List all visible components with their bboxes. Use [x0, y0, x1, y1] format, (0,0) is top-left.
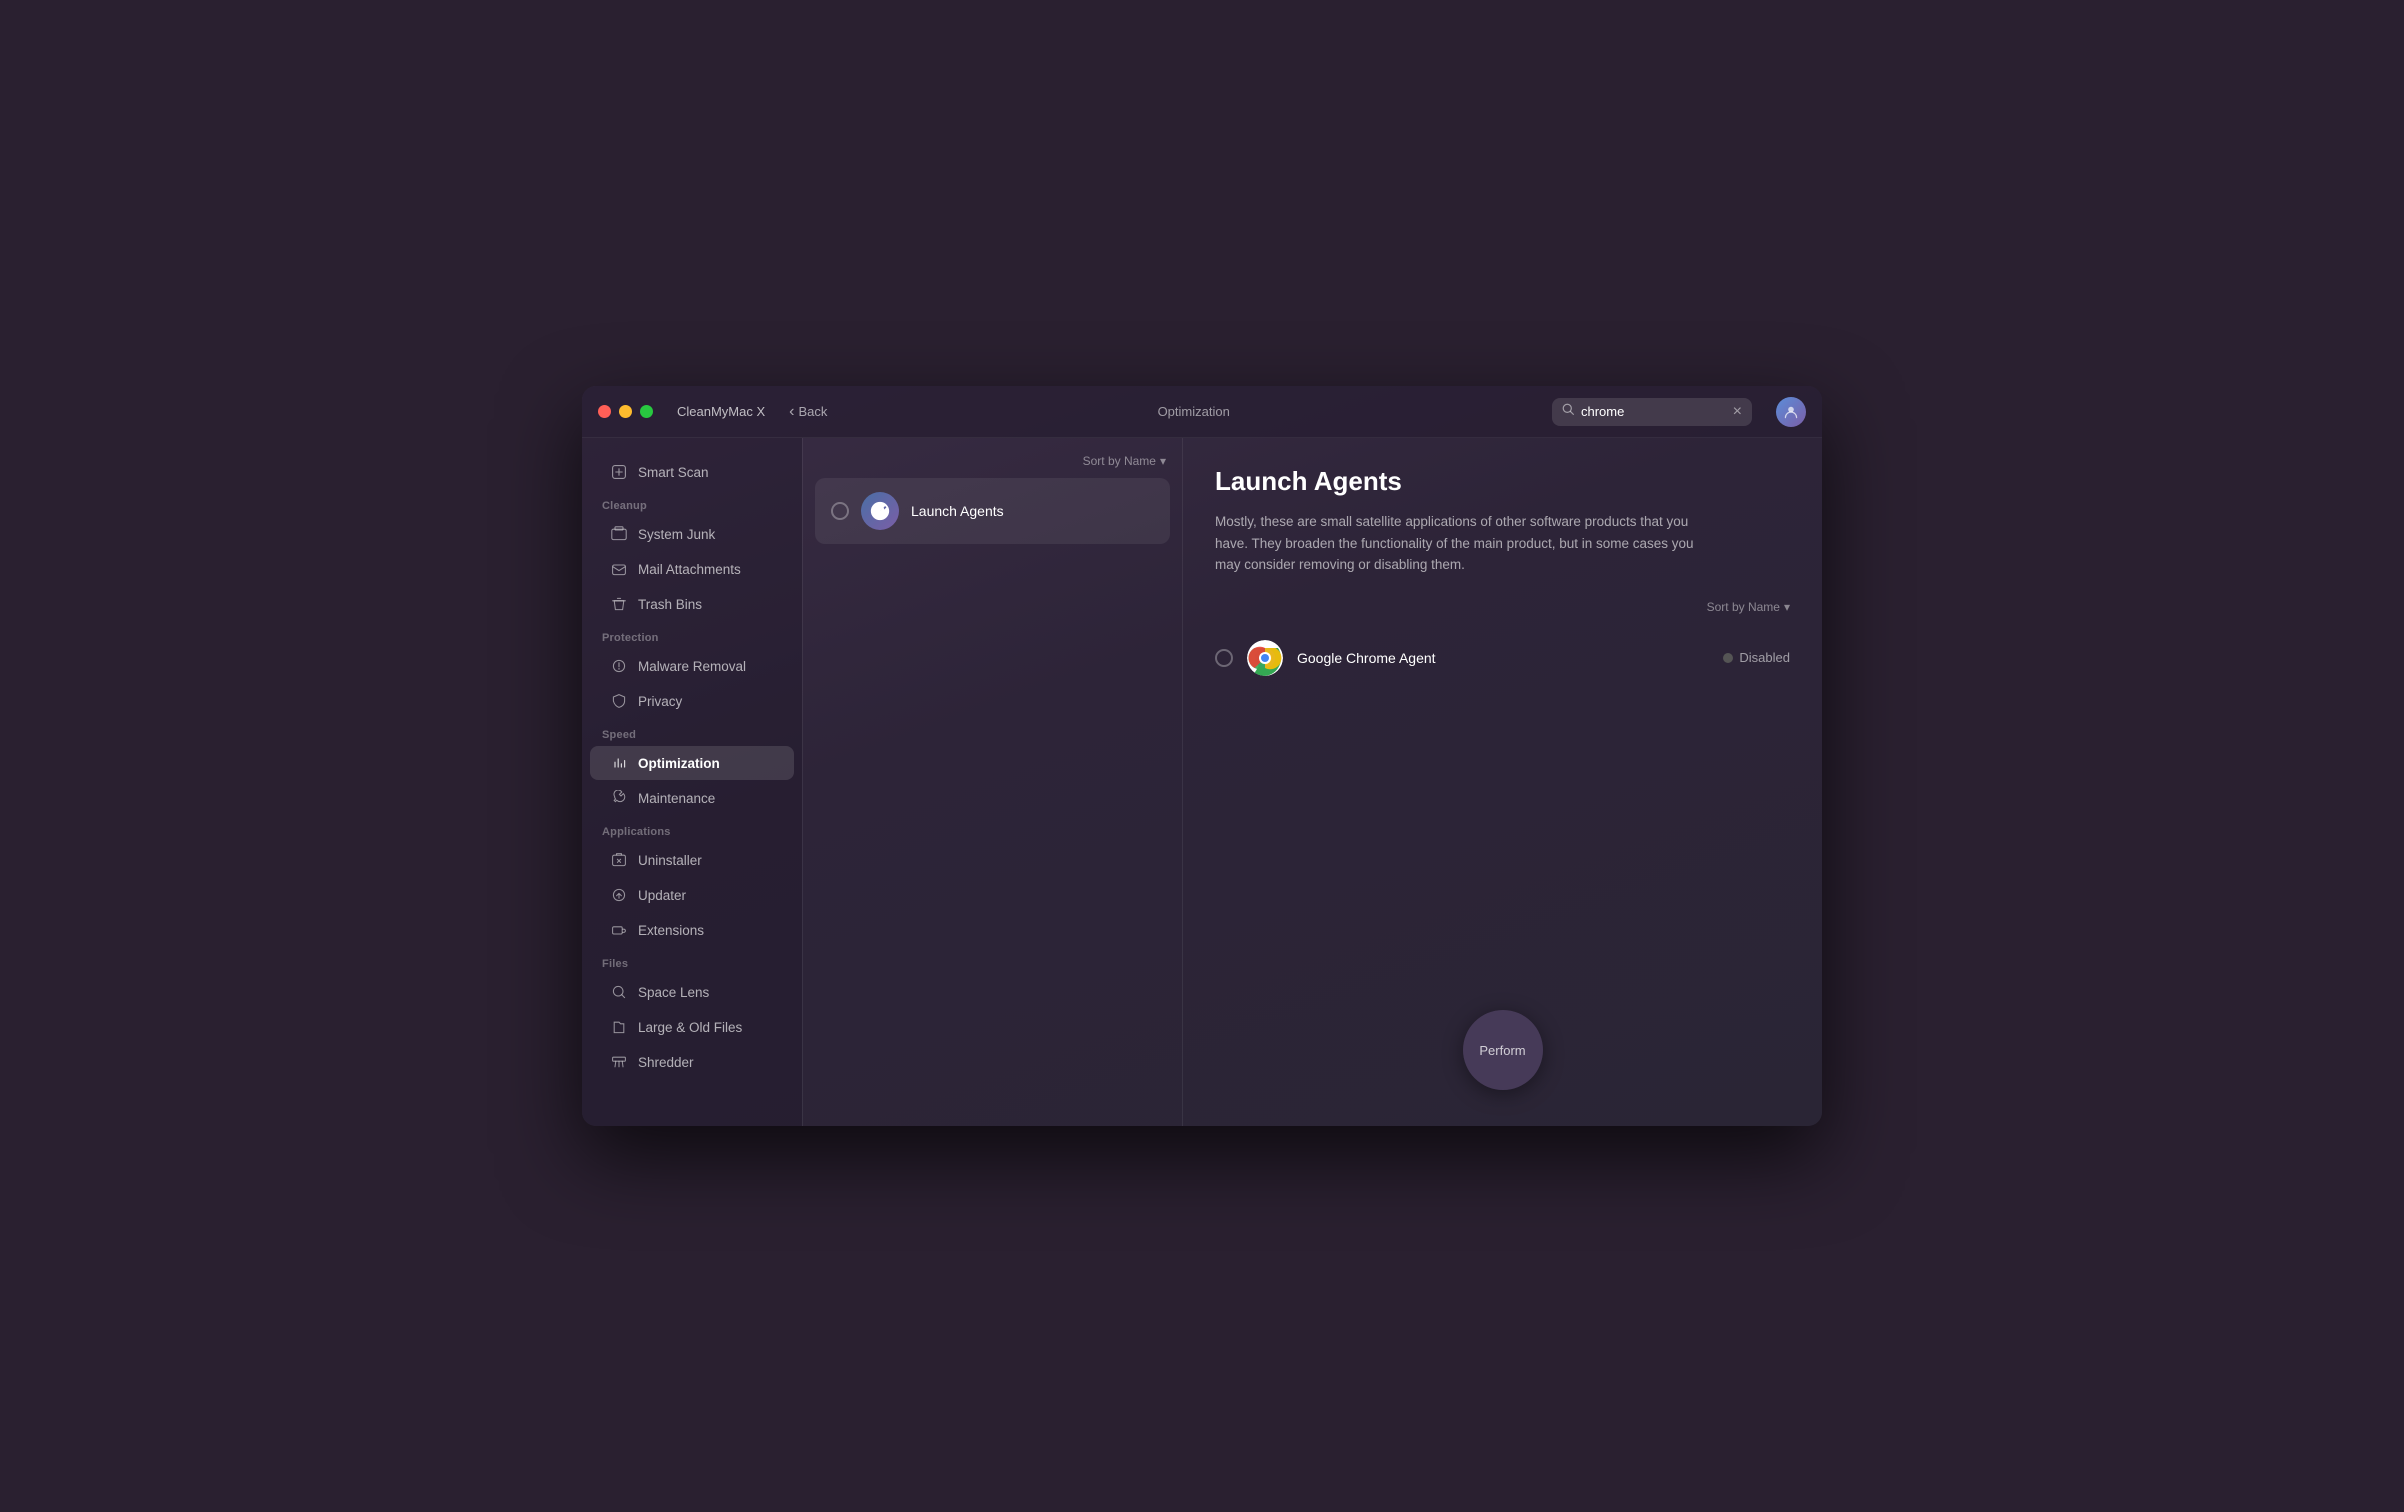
sidebar-item-label: Shredder: [638, 1055, 694, 1070]
sidebar-item-label: System Junk: [638, 527, 715, 542]
smart-scan-icon: [610, 463, 628, 481]
sidebar-item-mail-attachments[interactable]: Mail Attachments: [590, 552, 794, 586]
search-bar: ×: [1552, 398, 1752, 426]
sidebar-item-label: Updater: [638, 888, 686, 903]
system-junk-icon: [610, 525, 628, 543]
detail-description: Mostly, these are small satellite applic…: [1215, 511, 1695, 576]
search-icon: [1562, 403, 1575, 421]
updater-icon: [610, 886, 628, 904]
disabled-label: Disabled: [1739, 650, 1790, 665]
sidebar-item-optimization[interactable]: Optimization: [590, 746, 794, 780]
agent-row: Google Chrome Agent Disabled: [1215, 630, 1790, 686]
sidebar-item-trash-bins[interactable]: Trash Bins: [590, 587, 794, 621]
list-sort-button[interactable]: Sort by Name ▾: [1083, 454, 1166, 468]
section-cleanup: Cleanup: [582, 490, 802, 516]
search-input[interactable]: [1581, 404, 1727, 419]
sidebar-item-large-old-files[interactable]: Large & Old Files: [590, 1010, 794, 1044]
close-button[interactable]: [598, 405, 611, 418]
sidebar-item-malware-removal[interactable]: Malware Removal: [590, 649, 794, 683]
sidebar-item-label: Optimization: [638, 756, 720, 771]
traffic-lights: [598, 405, 653, 418]
disabled-badge: Disabled: [1723, 650, 1790, 665]
space-lens-icon: [610, 983, 628, 1001]
list-item-label: Launch Agents: [911, 503, 1004, 519]
optimization-icon: [610, 754, 628, 772]
agent-checkbox[interactable]: [1215, 649, 1233, 667]
sidebar-item-label: Mail Attachments: [638, 562, 741, 577]
agent-name: Google Chrome Agent: [1297, 650, 1709, 666]
sidebar-item-label: Uninstaller: [638, 853, 702, 868]
sidebar-item-updater[interactable]: Updater: [590, 878, 794, 912]
detail-title: Launch Agents: [1215, 466, 1790, 497]
section-applications: Applications: [582, 816, 802, 842]
sidebar-item-label: Privacy: [638, 694, 682, 709]
trash-icon: [610, 595, 628, 613]
malware-icon: [610, 657, 628, 675]
perform-label: Perform: [1479, 1043, 1525, 1058]
detail-sort-label: Sort by Name: [1707, 600, 1780, 614]
sidebar-item-label: Maintenance: [638, 791, 715, 806]
perform-button[interactable]: Perform: [1463, 1010, 1543, 1090]
detail-pane: Launch Agents Mostly, these are small sa…: [1183, 438, 1822, 1126]
section-speed: Speed: [582, 719, 802, 745]
sidebar-item-label: Space Lens: [638, 985, 709, 1000]
app-title: CleanMyMac X: [677, 404, 765, 419]
shredder-icon: [610, 1053, 628, 1071]
detail-sort-row: Sort by Name ▾: [1215, 600, 1790, 614]
back-button[interactable]: ‹ Back: [781, 399, 835, 425]
sidebar-item-shredder[interactable]: Shredder: [590, 1045, 794, 1079]
sidebar: Smart Scan Cleanup System Junk: [582, 438, 802, 1126]
maximize-button[interactable]: [640, 405, 653, 418]
avatar[interactable]: [1776, 397, 1806, 427]
section-title: Optimization: [1158, 404, 1230, 419]
sort-arrow-icon: ▾: [1160, 454, 1166, 468]
launch-agents-icon-bg: [861, 492, 899, 530]
sidebar-item-maintenance[interactable]: Maintenance: [590, 781, 794, 815]
minimize-button[interactable]: [619, 405, 632, 418]
extensions-icon: [610, 921, 628, 939]
sidebar-item-label: Large & Old Files: [638, 1020, 742, 1035]
detail-sort-arrow: ▾: [1784, 600, 1790, 614]
sidebar-item-extensions[interactable]: Extensions: [590, 913, 794, 947]
maintenance-icon: [610, 789, 628, 807]
list-sort-row: Sort by Name ▾: [815, 450, 1170, 478]
detail-sort-button[interactable]: Sort by Name ▾: [1707, 600, 1790, 614]
list-item-checkbox[interactable]: [831, 502, 849, 520]
chrome-icon: [1247, 640, 1283, 676]
disabled-dot: [1723, 653, 1733, 663]
back-label: Back: [798, 404, 827, 419]
section-files: Files: [582, 948, 802, 974]
sidebar-item-space-lens[interactable]: Space Lens: [590, 975, 794, 1009]
sort-label-text: Sort by Name: [1083, 454, 1156, 468]
uninstaller-icon: [610, 851, 628, 869]
section-protection: Protection: [582, 622, 802, 648]
titlebar: CleanMyMac X ‹ Back Optimization ×: [582, 386, 1822, 438]
sidebar-item-uninstaller[interactable]: Uninstaller: [590, 843, 794, 877]
sidebar-item-label: Malware Removal: [638, 659, 746, 674]
main-content: Smart Scan Cleanup System Junk: [582, 438, 1822, 1126]
sidebar-item-label: Extensions: [638, 923, 704, 938]
back-arrow-icon: ‹: [789, 403, 794, 421]
sidebar-item-privacy[interactable]: Privacy: [590, 684, 794, 718]
search-clear-button[interactable]: ×: [1733, 404, 1742, 420]
mail-icon: [610, 560, 628, 578]
privacy-icon: [610, 692, 628, 710]
sidebar-item-label: Smart Scan: [638, 465, 709, 480]
main-window: CleanMyMac X ‹ Back Optimization ×: [582, 386, 1822, 1126]
list-item[interactable]: Launch Agents: [815, 478, 1170, 544]
titlebar-center: Optimization: [851, 403, 1536, 421]
sidebar-item-label: Trash Bins: [638, 597, 702, 612]
sidebar-item-smart-scan[interactable]: Smart Scan: [590, 455, 794, 489]
list-pane: Sort by Name ▾ Launch Agents: [803, 438, 1183, 1126]
sidebar-item-system-junk[interactable]: System Junk: [590, 517, 794, 551]
large-files-icon: [610, 1018, 628, 1036]
